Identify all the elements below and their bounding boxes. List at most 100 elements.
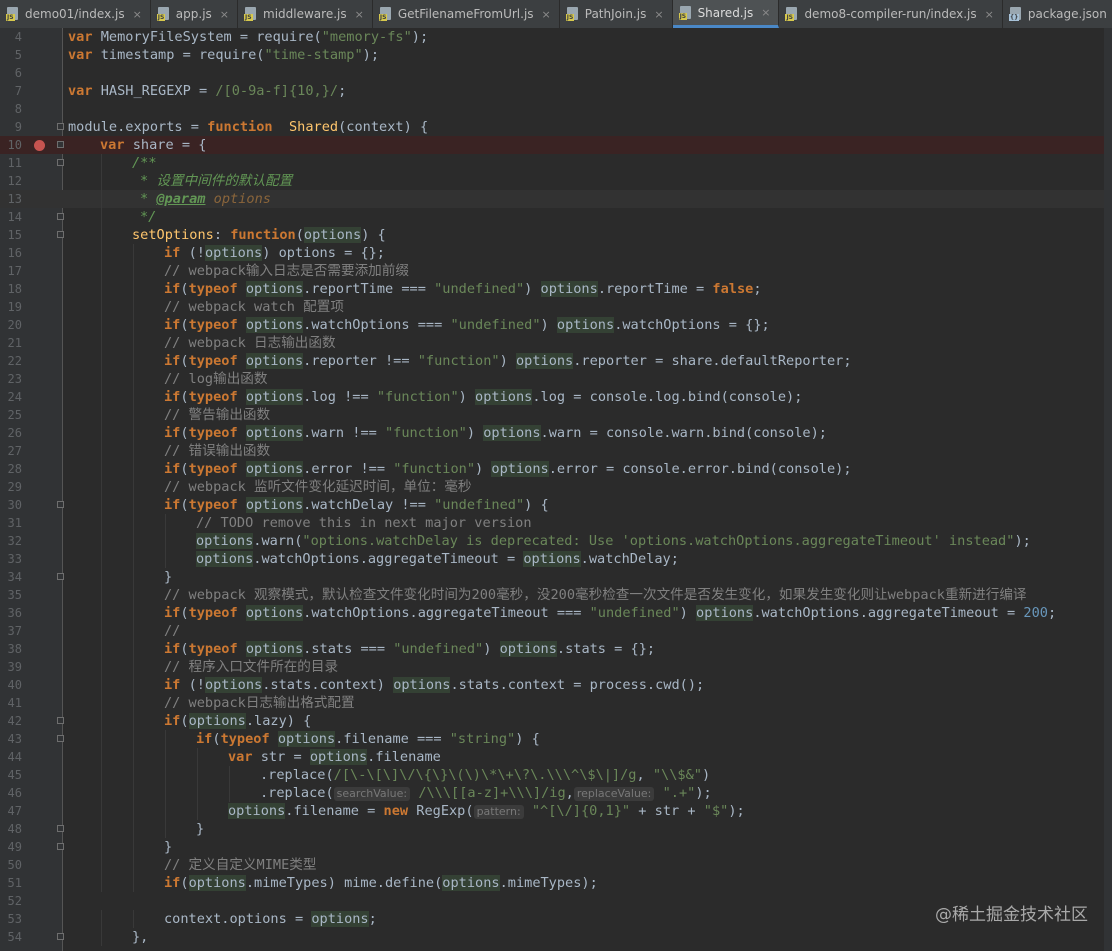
- code-line[interactable]: 41 // webpack日志输出格式配置: [0, 694, 1104, 712]
- close-icon[interactable]: ×: [355, 8, 364, 21]
- code-line[interactable]: 4 var MemoryFileSystem = require("memory-…: [0, 28, 1104, 46]
- fold-toggle-icon[interactable]: [57, 159, 64, 166]
- code-line[interactable]: 50 // 定义自定义MIME类型: [0, 856, 1104, 874]
- code-line[interactable]: 38 if(typeof options.stats === "undefined…: [0, 640, 1104, 658]
- fold-toggle-icon[interactable]: [57, 213, 64, 220]
- code-line[interactable]: 14 */: [0, 208, 1104, 226]
- code-line[interactable]: 8: [0, 100, 1104, 118]
- code-line[interactable]: 32 options.warn("options.watchDelay is de…: [0, 532, 1104, 550]
- code-token: ): [475, 461, 492, 477]
- code-token: options: [196, 551, 254, 567]
- code-line[interactable]: 5 var timestamp = require("time-stamp");: [0, 46, 1104, 64]
- code-line[interactable]: 12 * 设置中间件的默认配置: [0, 172, 1104, 190]
- code-line[interactable]: 51 if(options.mimeTypes) mime.define(opti…: [0, 874, 1104, 892]
- code-line[interactable]: 35 // webpack 观察模式，默认检查文件变化时间为200毫秒，没200毫…: [0, 586, 1104, 604]
- fold-toggle-icon[interactable]: [57, 123, 64, 130]
- code-line[interactable]: 40 if (!options.stats.context) options.st…: [0, 676, 1104, 694]
- code-line[interactable]: 43 if(typeof options.filename === "string…: [0, 730, 1104, 748]
- code-token: ): [524, 281, 541, 297]
- fold-toggle-icon[interactable]: [57, 717, 64, 724]
- tab-middleware-js[interactable]: JS middleware.js ×: [238, 0, 373, 28]
- close-icon[interactable]: ×: [133, 8, 142, 21]
- code-line[interactable]: 30 if(typeof options.watchDelay !== "unde…: [0, 496, 1104, 514]
- indent-guide: [101, 334, 102, 352]
- code-token: .mimeTypes) mime.define(: [245, 875, 443, 891]
- code-line[interactable]: 10 var share = {: [0, 136, 1104, 154]
- code-line[interactable]: 47 options.filename = new RegExp(pattern:…: [0, 802, 1104, 820]
- code-line[interactable]: 36 if(typeof options.watchOptions.aggrega…: [0, 604, 1104, 622]
- line-number: 47: [7, 804, 22, 818]
- code-line[interactable]: 27 // 错误输出函数: [0, 442, 1104, 460]
- code-line[interactable]: 45 .replace(/[\-\[\]\/\{\}\(\)\*\+\?\.\\\…: [0, 766, 1104, 784]
- code-token: timestamp = require(: [100, 47, 265, 63]
- indent-guide: [101, 820, 102, 838]
- indent-guide: [133, 298, 134, 316]
- code-line[interactable]: 7 var HASH_REGEXP = /[0-9a-f]{10,}/;: [0, 82, 1104, 100]
- fold-toggle-icon[interactable]: [57, 501, 64, 508]
- code-line[interactable]: 42 if(options.lazy) {: [0, 712, 1104, 730]
- close-icon[interactable]: ×: [761, 6, 770, 19]
- code-line[interactable]: 39 // 程序入口文件所在的目录: [0, 658, 1104, 676]
- code-line[interactable]: 11 /**: [0, 154, 1104, 172]
- code-line[interactable]: 23 // log输出函数: [0, 370, 1104, 388]
- close-icon[interactable]: ×: [220, 8, 229, 21]
- code-text: //: [164, 622, 180, 640]
- code-line[interactable]: 28 if(typeof options.error !== "function"…: [0, 460, 1104, 478]
- code-editor[interactable]: 4 var MemoryFileSystem = require("memory-…: [0, 28, 1104, 946]
- indent-guide: [229, 784, 230, 802]
- close-icon[interactable]: ×: [654, 8, 663, 21]
- fold-toggle-icon[interactable]: [57, 825, 64, 832]
- code-line[interactable]: 21 // webpack 日志输出函数: [0, 334, 1104, 352]
- code-line[interactable]: 13 * @param options: [0, 190, 1104, 208]
- fold-toggle-icon[interactable]: [57, 933, 64, 940]
- code-line[interactable]: 33 options.watchOptions.aggregateTimeout …: [0, 550, 1104, 568]
- fold-toggle-icon[interactable]: [57, 141, 64, 148]
- fold-toggle-icon[interactable]: [57, 231, 64, 238]
- tab-getfilenamefromurl-js[interactable]: JS GetFilenameFromUrl.js ×: [373, 0, 560, 28]
- fold-toggle-icon[interactable]: [57, 735, 64, 742]
- code-line[interactable]: 22 if(typeof options.reporter !== "functi…: [0, 352, 1104, 370]
- tab-pathjoin-js[interactable]: JS PathJoin.js ×: [560, 0, 673, 28]
- js-file-icon: JS: [6, 7, 20, 21]
- tab-package-json[interactable]: {}package.json×: [1003, 0, 1112, 28]
- code-line[interactable]: 26 if(typeof options.warn !== "function")…: [0, 424, 1104, 442]
- close-icon[interactable]: ×: [542, 8, 551, 21]
- code-text: .replace(/[\-\[\]\/\{\}\(\)\*\+\?\.\\\^\…: [260, 766, 710, 784]
- tab-demo8-compiler-run-index-js[interactable]: JS demo8-compiler-run/index.js ×: [779, 0, 1003, 28]
- parameter-hint: replaceValue:: [573, 787, 655, 801]
- error-stripe[interactable]: [1104, 28, 1112, 951]
- code-line[interactable]: 9 module.exports = function Shared(contex…: [0, 118, 1104, 136]
- code-line[interactable]: 46 .replace(searchValue: /\\\[[a-z]+\\\]/…: [0, 784, 1104, 802]
- code-token: (context) {: [338, 119, 429, 135]
- code-token: typeof: [188, 605, 238, 621]
- code-line[interactable]: 19 // webpack watch 配置项: [0, 298, 1104, 316]
- code-line[interactable]: 15 setOptions: function(options) {: [0, 226, 1104, 244]
- code-line[interactable]: 49}: [0, 838, 1104, 856]
- code-line[interactable]: 17 // webpack输入日志是否需要添加前缀: [0, 262, 1104, 280]
- code-line[interactable]: 48}: [0, 820, 1104, 838]
- code-line[interactable]: 25 // 警告输出函数: [0, 406, 1104, 424]
- tab-demo01-index-js[interactable]: JS demo01/index.js ×: [0, 0, 151, 28]
- code-line[interactable]: 31 // TODO remove this in next major vers…: [0, 514, 1104, 532]
- code-line[interactable]: 29 // webpack 监听文件变化延迟时间，单位：毫秒: [0, 478, 1104, 496]
- code-line[interactable]: 16 if (!options) options = {};: [0, 244, 1104, 262]
- code-line[interactable]: 37 //: [0, 622, 1104, 640]
- code-line[interactable]: 24 if(typeof options.log !== "function") …: [0, 388, 1104, 406]
- line-number: 12: [7, 174, 22, 188]
- code-line[interactable]: 20 if(typeof options.watchOptions === "un…: [0, 316, 1104, 334]
- code-token: options: [245, 461, 304, 477]
- fold-toggle-icon[interactable]: [57, 843, 64, 850]
- tab-app-js[interactable]: JS app.js ×: [151, 0, 239, 28]
- code-line[interactable]: 54},: [0, 928, 1104, 946]
- code-line[interactable]: 34}: [0, 568, 1104, 586]
- code-line[interactable]: 18 if(typeof options.reportTime === "unde…: [0, 280, 1104, 298]
- code-token: options: [245, 353, 304, 369]
- tab-shared-js[interactable]: JS Shared.js ×: [672, 0, 780, 28]
- breakpoint-icon[interactable]: [34, 140, 45, 151]
- code-token: .log !==: [303, 389, 377, 405]
- line-number: 16: [7, 246, 22, 260]
- code-line[interactable]: 44 var str = options.filename: [0, 748, 1104, 766]
- code-line[interactable]: 6: [0, 64, 1104, 82]
- close-icon[interactable]: ×: [985, 8, 994, 21]
- fold-toggle-icon[interactable]: [57, 573, 64, 580]
